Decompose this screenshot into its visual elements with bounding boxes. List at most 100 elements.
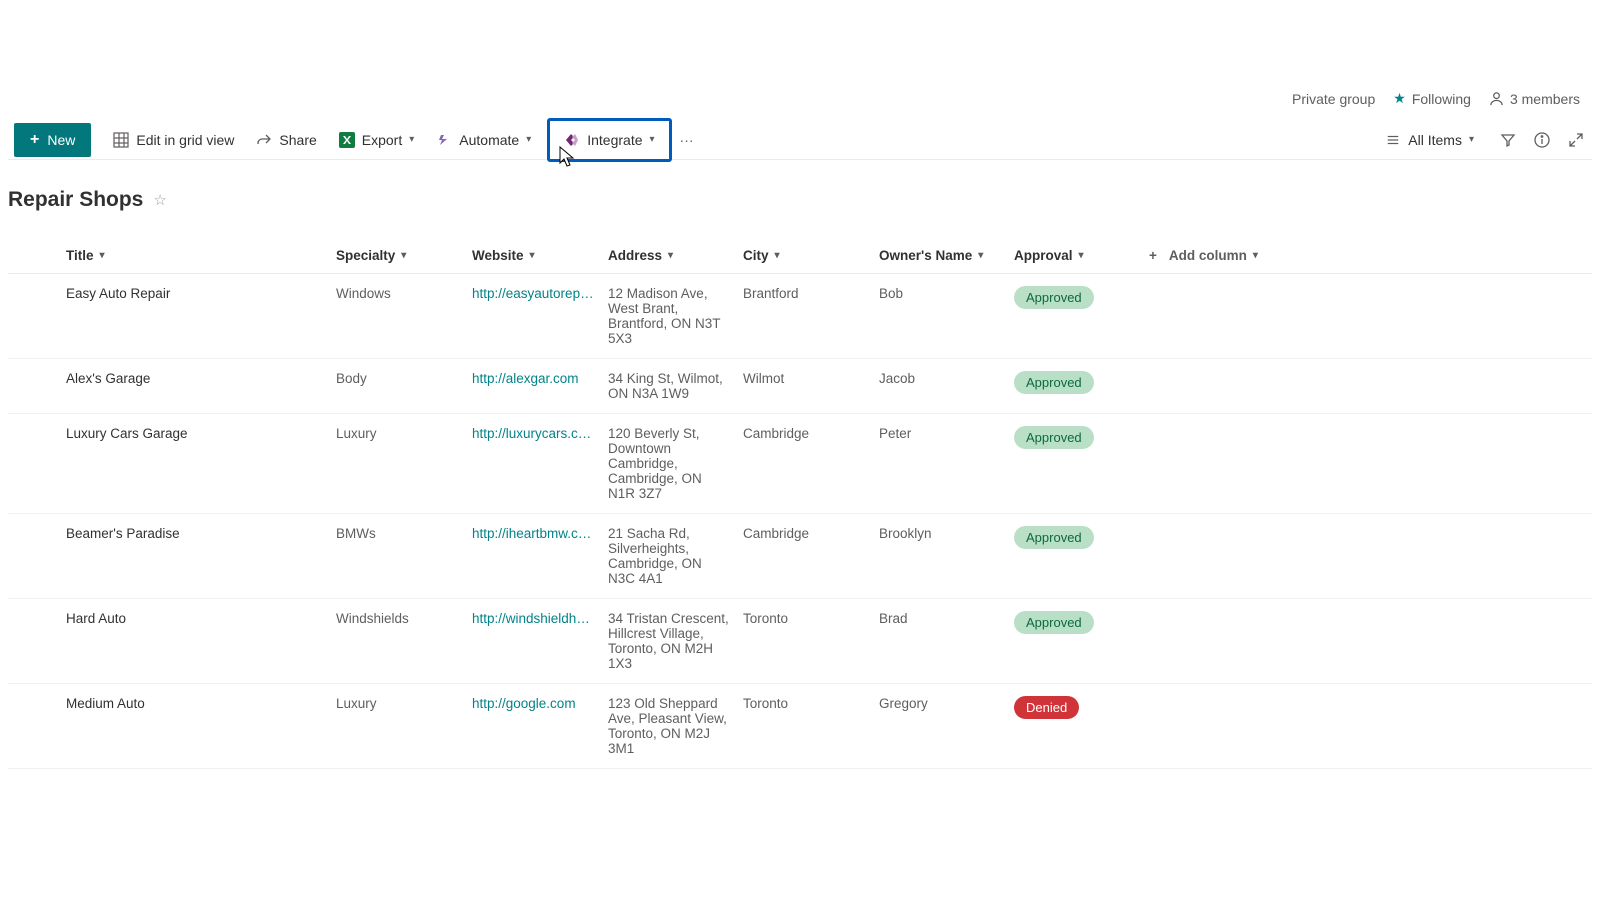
approval-pill: Approved [1014,371,1094,394]
automate-button[interactable]: Automate ▾ [426,124,541,156]
column-title[interactable]: Title▾ [62,236,332,274]
cell-owner: Brad [875,599,1010,684]
cell-website: http://luxurycars.com [468,414,604,514]
cell-title[interactable]: Hard Auto [62,599,332,684]
cell-approval: Approved [1010,414,1145,514]
grid-icon [113,132,129,148]
approval-pill: Approved [1014,526,1094,549]
info-button[interactable] [1532,130,1552,150]
website-link[interactable]: http://iheartbmw.com [472,526,594,541]
website-link[interactable]: http://luxurycars.com [472,426,594,441]
table-row[interactable]: Beamer's ParadiseBMWs http://iheartbmw.co… [8,514,1592,599]
share-icon [256,132,272,148]
select-all-column[interactable] [8,236,62,274]
table-row[interactable]: Medium AutoLuxuryhttp://google.com123 Ol… [8,684,1592,769]
website-link[interactable]: http://easyautorepair.c... [472,286,594,301]
row-selector[interactable] [8,414,62,514]
chevron-down-icon: ▾ [650,134,655,145]
list-icon [1385,132,1401,148]
chevron-down-icon: ▾ [668,250,673,261]
view-selector[interactable]: All Items ▾ [1375,124,1484,156]
following-toggle[interactable]: ★ Following [1393,90,1471,107]
filter-button[interactable] [1498,130,1518,150]
cell-owner: Gregory [875,684,1010,769]
share-button[interactable]: Share [246,124,326,156]
cell-website: http://windshieldharda... [468,599,604,684]
cell-title[interactable]: Medium Auto [62,684,332,769]
row-selector[interactable] [8,684,62,769]
table-row[interactable]: Easy Auto RepairWindows http://easyautore… [8,274,1592,359]
cell-approval: Approved [1010,274,1145,359]
chevron-down-icon: ▾ [1253,250,1258,261]
expand-button[interactable] [1566,130,1586,150]
flow-icon [436,132,452,148]
approval-pill: Approved [1014,611,1094,634]
chevron-down-icon: ▾ [1469,134,1474,145]
cell-title[interactable]: Easy Auto Repair [62,274,332,359]
row-selector[interactable] [8,514,62,599]
cell-approval: Denied [1010,684,1145,769]
favorite-star-icon[interactable]: ☆ [153,191,166,209]
chevron-down-icon: ▾ [409,134,414,145]
cell-address: 34 King St, Wilmot, ON N3A 1W9 [604,359,739,414]
excel-icon [339,132,355,148]
cell-specialty: Body [332,359,468,414]
approval-pill: Denied [1014,696,1079,719]
site-meta: Private group ★ Following 3 members [1292,90,1580,107]
cell-specialty: BMWs [332,514,468,599]
cell-title[interactable]: Alex's Garage [62,359,332,414]
cell-specialty: Windshields [332,599,468,684]
cell-owner: Bob [875,274,1010,359]
cell-approval: Approved [1010,359,1145,414]
cell-empty [1145,684,1592,769]
export-button[interactable]: Export ▾ [329,124,425,156]
website-link[interactable]: http://google.com [472,696,576,711]
cell-title[interactable]: Luxury Cars Garage [62,414,332,514]
cell-city: Cambridge [739,414,875,514]
website-link[interactable]: http://alexgar.com [472,371,579,386]
cell-empty [1145,414,1592,514]
edit-grid-button[interactable]: Edit in grid view [103,124,244,156]
more-actions-button[interactable]: ··· [674,132,700,148]
cell-specialty: Windows [332,274,468,359]
website-link[interactable]: http://windshieldharda... [472,611,594,626]
column-owner[interactable]: Owner's Name▾ [875,236,1010,274]
chevron-down-icon: ▾ [1079,250,1084,261]
cell-specialty: Luxury [332,414,468,514]
cell-empty [1145,514,1592,599]
row-selector[interactable] [8,359,62,414]
cell-address: 123 Old Sheppard Ave, Pleasant View, Tor… [604,684,739,769]
cell-city: Cambridge [739,514,875,599]
approval-pill: Approved [1014,286,1094,309]
chevron-down-icon: ▾ [526,134,531,145]
add-column-button[interactable]: +Add column▾ [1145,236,1592,274]
plus-icon: + [30,131,39,149]
cell-owner: Jacob [875,359,1010,414]
cell-title[interactable]: Beamer's Paradise [62,514,332,599]
chevron-down-icon: ▾ [401,250,406,261]
column-address[interactable]: Address▾ [604,236,739,274]
table-row[interactable]: Alex's GarageBody http://alexgar.com 34 Ki… [8,359,1592,414]
cell-approval: Approved [1010,599,1145,684]
new-button[interactable]: + New [14,123,91,157]
row-selector[interactable] [8,274,62,359]
cell-website: http://google.com [468,684,604,769]
list-title: Repair Shops [8,188,143,212]
chevron-down-icon: ▾ [978,250,983,261]
list-grid: Title▾ Specialty▾ Website▾ Address▾ City… [8,236,1592,769]
column-website[interactable]: Website▾ [468,236,604,274]
approval-pill: Approved [1014,426,1094,449]
members-link[interactable]: 3 members [1489,91,1580,107]
star-icon: ★ [1393,90,1406,107]
row-selector[interactable] [8,599,62,684]
members-count: 3 members [1510,91,1580,107]
powerapps-icon [564,132,580,148]
table-row[interactable]: Hard AutoWindshields http://windshieldhar… [8,599,1592,684]
table-row[interactable]: Luxury Cars GarageLuxury http://luxurycar… [8,414,1592,514]
column-city[interactable]: City▾ [739,236,875,274]
cell-website: http://alexgar.com [468,359,604,414]
integrate-button[interactable]: Integrate ▾ [554,124,664,156]
cell-city: Toronto [739,684,875,769]
column-specialty[interactable]: Specialty▾ [332,236,468,274]
column-approval[interactable]: Approval▾ [1010,236,1145,274]
